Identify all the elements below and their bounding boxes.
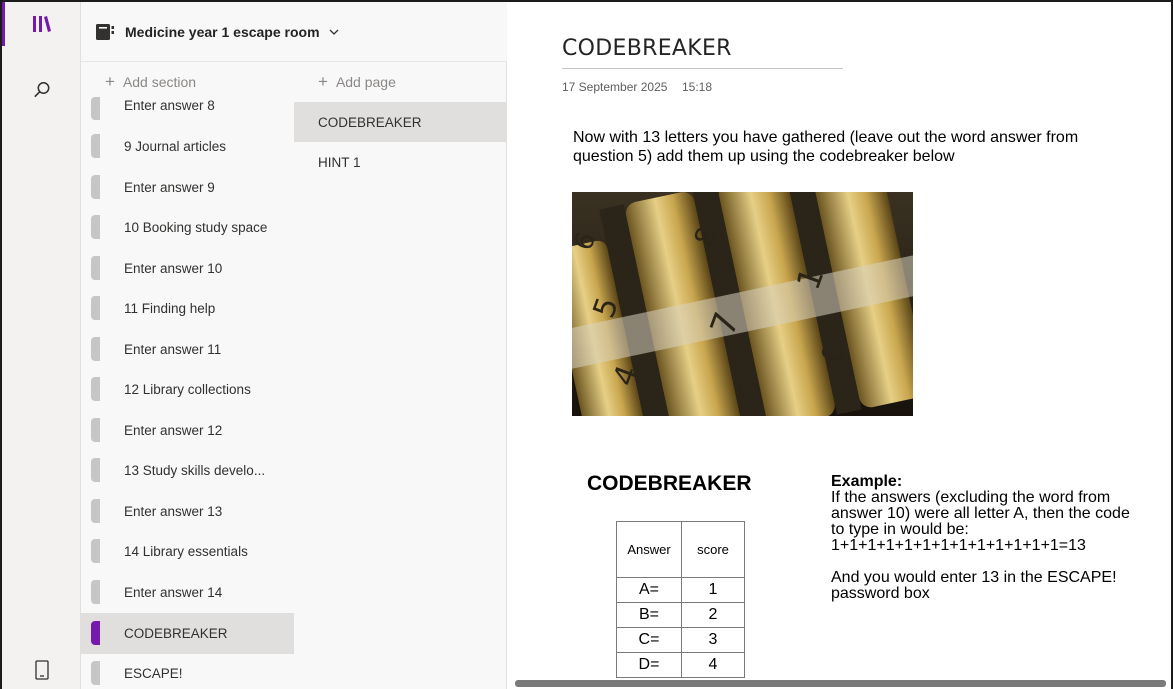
search-button[interactable] (2, 68, 81, 112)
table-cell: 4 (681, 652, 745, 678)
table-cell: 3 (681, 627, 745, 653)
section-color-tab (91, 418, 100, 443)
page-item-hint-1[interactable]: HINT 1 (294, 142, 507, 182)
section-color-tab (91, 175, 100, 200)
plus-icon: + (105, 72, 115, 91)
section-item-enter-answer-10[interactable]: Enter answer 10 (81, 248, 294, 289)
section-item-booking-study-space[interactable]: 10 Booking study space (81, 207, 294, 248)
table-cell: 2 (681, 602, 745, 628)
combination-lock-picture: 6 5 4 8 7 6 1 0 (572, 192, 913, 416)
section-item-library-collections[interactable]: 12 Library collections (81, 369, 294, 410)
chevron-down-icon (329, 29, 339, 35)
page-label: HINT 1 (318, 154, 361, 170)
section-label: CODEBREAKER (124, 625, 228, 641)
section-color-tab (91, 256, 100, 281)
example-line-1: If the answers (excluding the word from … (831, 489, 1130, 538)
section-label: 14 Library essentials (124, 543, 248, 559)
section-label: Enter answer 10 (124, 260, 223, 276)
section-label: Enter answer 8 (124, 98, 215, 113)
table-row: B= 2 (616, 602, 745, 628)
table-row: A= 1 (616, 577, 745, 603)
active-indicator (2, 2, 5, 46)
table-header-cell: score (681, 521, 745, 578)
table-row: D= 4 (616, 652, 745, 678)
combination-lock-image[interactable]: 6 5 4 8 7 6 1 0 (572, 192, 913, 416)
section-item-enter-answer-13[interactable]: Enter answer 13 (81, 491, 294, 532)
section-item-enter-answer-8[interactable]: Enter answer 8 (81, 90, 294, 120)
onenote-window: Medicine year 1 escape room + Add sectio… (0, 0, 1173, 689)
notebook-icon (96, 23, 114, 40)
left-rail (2, 2, 81, 689)
phone-icon (34, 660, 49, 680)
table-row: C= 3 (616, 627, 745, 653)
page-date: 17 September 2025 (562, 80, 668, 94)
add-page-button[interactable]: + Add page (318, 64, 396, 100)
section-color-tab (91, 621, 100, 646)
section-label: Enter answer 14 (124, 584, 223, 600)
section-label: Enter answer 9 (124, 179, 215, 195)
section-label: 10 Booking study space (124, 219, 268, 235)
section-label: 13 Study skills develo... (124, 462, 266, 478)
table-cell: A= (616, 577, 682, 603)
page-time: 15:18 (682, 80, 713, 94)
section-color-tab (91, 377, 100, 402)
section-item-library-essentials[interactable]: 14 Library essentials (81, 531, 294, 572)
section-label: 12 Library collections (124, 381, 251, 397)
table-header-row: Answer score (616, 521, 745, 578)
intro-text[interactable]: Now with 13 letters you have gathered (l… (573, 128, 1133, 166)
table-cell: B= (616, 602, 682, 628)
section-item-enter-answer-14[interactable]: Enter answer 14 (81, 572, 294, 613)
section-label: Enter answer 11 (124, 341, 222, 357)
section-item-finding-help[interactable]: 11 Finding help (81, 288, 294, 329)
notebooks-button[interactable] (2, 2, 81, 46)
title-underline (562, 68, 843, 69)
section-label: Enter answer 12 (124, 422, 223, 438)
notebook-switcher[interactable]: Medicine year 1 escape room (81, 2, 507, 62)
notebook-title: Medicine year 1 escape room (125, 23, 320, 40)
section-label: Enter answer 13 (124, 503, 223, 519)
page-item-codebreaker[interactable]: CODEBREAKER (294, 102, 507, 142)
library-icon (32, 16, 51, 32)
example-spacer (831, 554, 1131, 570)
horizontal-scrollbar[interactable] (515, 680, 1166, 687)
section-item-enter-answer-11[interactable]: Enter answer 11 (81, 329, 294, 370)
section-label: 9 Journal articles (124, 138, 227, 154)
section-label: ESCAPE! (124, 665, 183, 681)
add-page-label: Add page (335, 74, 396, 90)
section-item-codebreaker[interactable]: CODEBREAKER (81, 613, 294, 654)
search-icon (33, 82, 49, 98)
section-item-enter-answer-9[interactable]: Enter answer 9 (81, 167, 294, 208)
section-color-tab (91, 215, 100, 240)
plus-icon: + (318, 72, 328, 91)
section-color-tab (91, 539, 100, 564)
section-color-tab (91, 296, 100, 321)
page-label: CODEBREAKER (318, 114, 422, 130)
device-button[interactable] (2, 648, 81, 689)
table-cell: D= (616, 652, 682, 678)
section-color-tab (91, 97, 100, 120)
example-text-block[interactable]: Example: If the answers (excluding the w… (831, 474, 1131, 602)
section-color-tab (91, 499, 100, 524)
section-item-enter-answer-12[interactable]: Enter answer 12 (81, 410, 294, 451)
example-line-2: 1+1+1+1+1+1+1+1+1+1+1+1+1=13 (831, 537, 1086, 554)
table-cell: 1 (681, 577, 745, 603)
section-label: 11 Finding help (124, 300, 216, 316)
table-header-cell: Answer (616, 521, 682, 578)
section-color-tab (91, 458, 100, 483)
section-item-journal-articles[interactable]: 9 Journal articles (81, 126, 294, 167)
section-item-escape[interactable]: ESCAPE! (81, 653, 294, 689)
add-section-label: Add section (122, 74, 197, 90)
section-color-tab (91, 661, 100, 686)
example-title: Example: (831, 473, 903, 490)
section-color-tab (91, 134, 100, 159)
codebreaker-heading[interactable]: CODEBREAKER (587, 472, 752, 496)
section-color-tab (91, 337, 100, 362)
section-color-tab (91, 580, 100, 605)
codebreaker-table[interactable]: Answer score A= 1 B= 2 C= 3 D= 4 (616, 521, 745, 678)
example-line-3: And you would enter 13 in the ESCAPE! pa… (831, 569, 1117, 602)
section-item-study-skills[interactable]: 13 Study skills develo... (81, 450, 294, 491)
table-cell: C= (616, 627, 682, 653)
page-title[interactable]: CODEBREAKER (562, 36, 732, 61)
